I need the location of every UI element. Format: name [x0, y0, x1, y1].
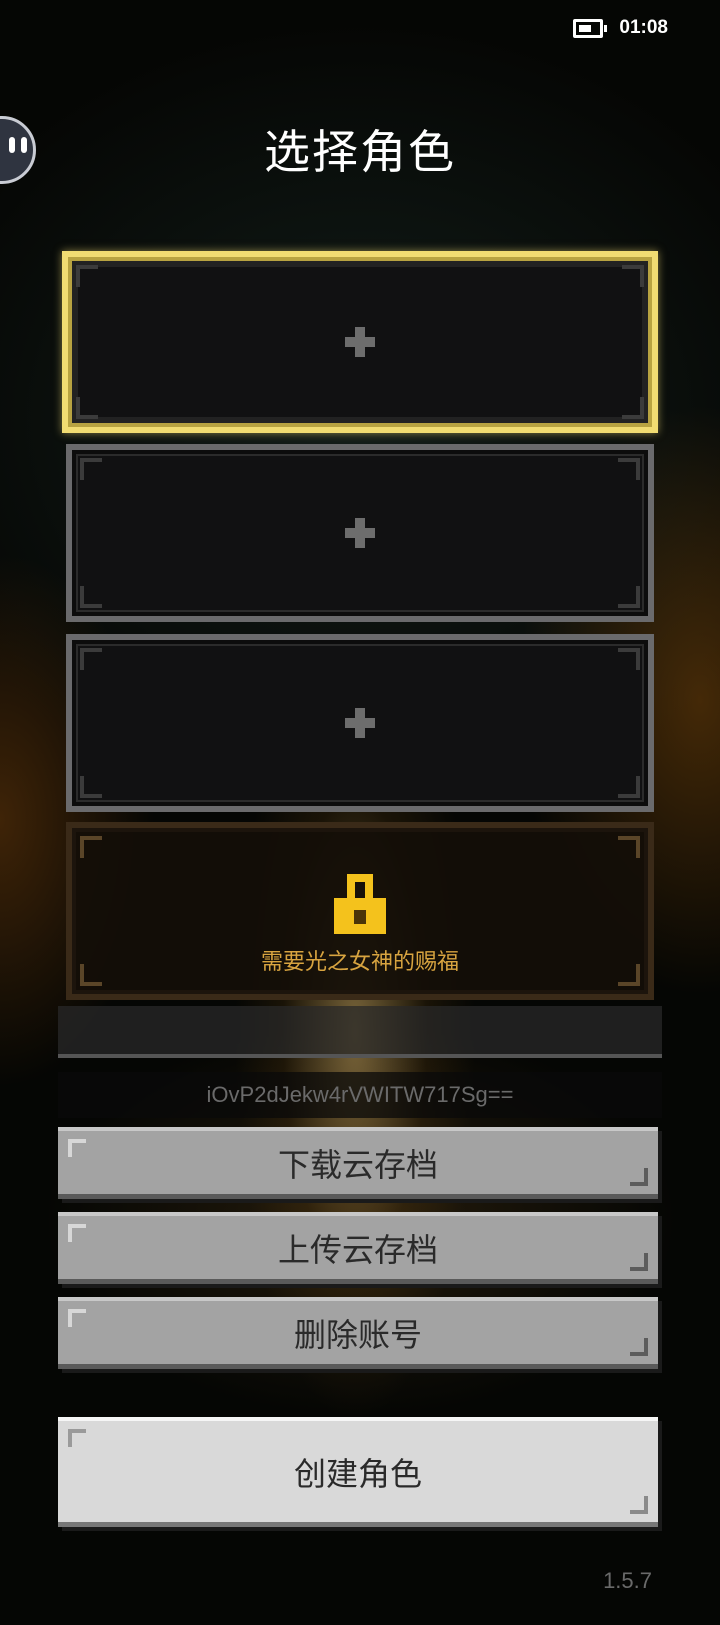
download-cloud-save-label: 下载云存档 — [277, 1145, 438, 1184]
version-label: 1.5.7 — [603, 1568, 652, 1593]
locked-slot-message: 需要光之女神的赐福 — [260, 950, 459, 975]
background-scene — [0, 0, 720, 1625]
delete-account-label: 删除账号 — [293, 1315, 422, 1354]
character-slot-1[interactable] — [62, 251, 658, 433]
status-time: 01:08 — [619, 17, 668, 38]
upload-cloud-save-label: 上传云存档 — [277, 1230, 438, 1269]
character-slot-2[interactable] — [66, 444, 654, 622]
character-slot-3[interactable] — [66, 634, 654, 812]
lock-icon — [334, 874, 386, 934]
panel-strip — [58, 1006, 662, 1058]
page-title: 选择角色 — [264, 125, 456, 179]
character-slot-locked[interactable]: 需要光之女神的赐福 — [66, 822, 654, 1000]
delete-account-button[interactable]: 删除账号 — [58, 1297, 658, 1369]
plus-icon — [345, 708, 375, 738]
status-bar: 01:08 — [573, 14, 668, 42]
upload-cloud-save-button[interactable]: 上传云存档 — [58, 1212, 658, 1284]
account-id: iOvP2dJekw4rVWITW717Sg== — [58, 1072, 662, 1118]
create-character-label: 创建角色 — [293, 1454, 422, 1493]
plus-icon — [345, 327, 375, 357]
battery-icon — [573, 18, 608, 38]
plus-icon — [345, 518, 375, 548]
create-character-button[interactable]: 创建角色 — [58, 1417, 658, 1527]
download-cloud-save-button[interactable]: 下载云存档 — [58, 1127, 658, 1199]
